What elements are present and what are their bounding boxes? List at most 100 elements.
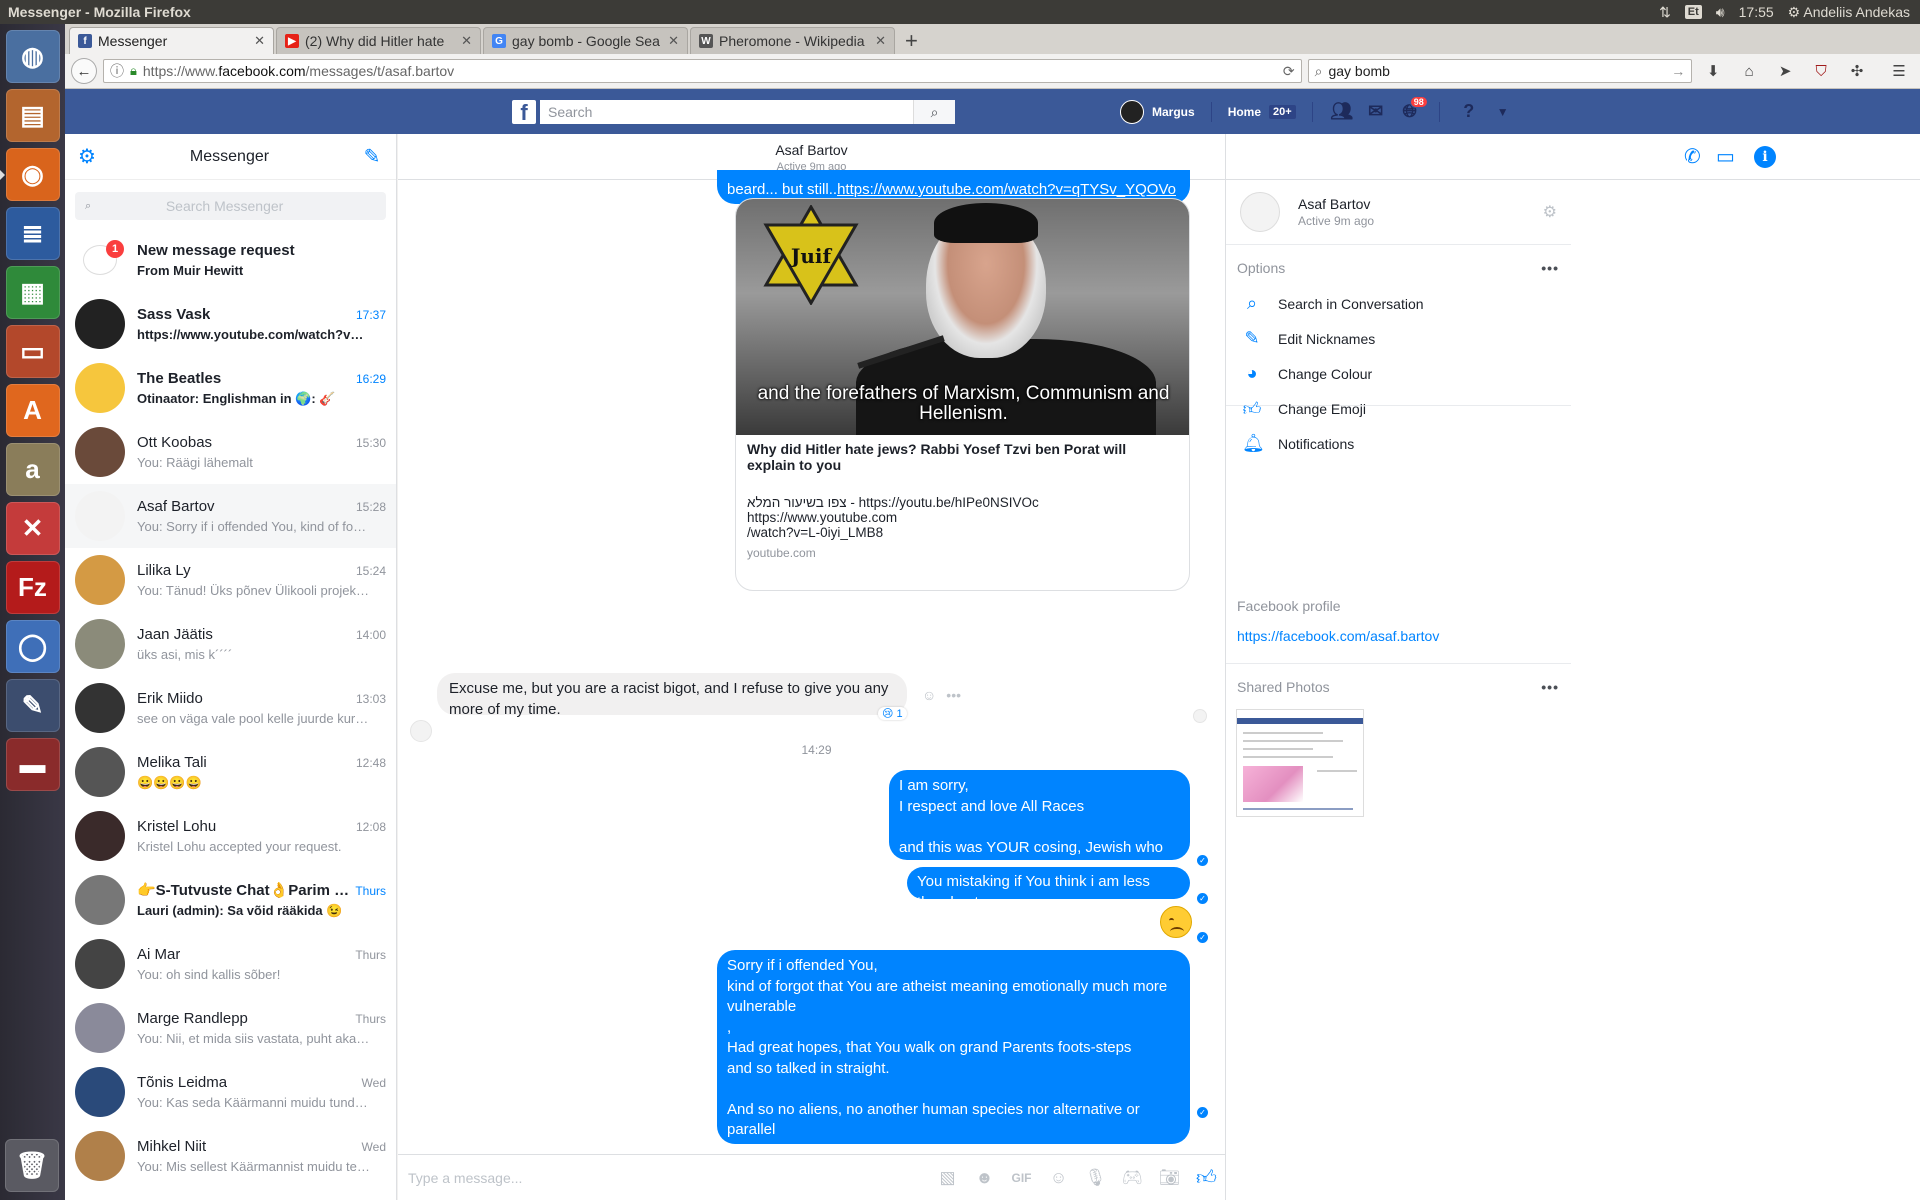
conversation-item[interactable]: 1 New message request From Muir Hewitt — [65, 228, 396, 292]
conversation-name[interactable]: Asaf Bartov — [398, 142, 1225, 158]
sticker-icon[interactable]: ☻ — [966, 1168, 1003, 1188]
close-icon[interactable]: ✕ — [668, 33, 679, 49]
avatar[interactable] — [1240, 192, 1280, 232]
facebook-search-input[interactable]: Search ⌕ — [540, 100, 955, 124]
gear-icon[interactable]: ⚙ — [1543, 202, 1557, 222]
search-bar[interactable]: ⌕ gay bomb → — [1307, 59, 1693, 83]
option-search[interactable]: ⌕ Search in Conversation — [1226, 286, 1571, 321]
system-settings-icon[interactable]: ✕ — [5, 502, 60, 555]
menu-icon[interactable]: ☰ — [1884, 58, 1914, 84]
ubuntu-dash-icon[interactable]: ◍ — [5, 30, 60, 83]
lock-icon[interactable]: 🔒︎ — [130, 63, 137, 79]
user-menu[interactable]: ⚙ Andeliis Andekas — [1788, 4, 1910, 21]
software-center-icon[interactable]: A — [5, 384, 60, 437]
avatar[interactable] — [1120, 99, 1144, 124]
info-icon[interactable]: ⓘ — [110, 61, 124, 81]
impress-icon[interactable]: ▭ — [5, 325, 60, 378]
volume-icon[interactable]: 🔊︎ — [1716, 4, 1725, 21]
help-icon[interactable]: ? — [1456, 99, 1482, 125]
image-upload-icon[interactable]: ▧ — [929, 1168, 966, 1188]
conversation-item[interactable]: Asaf Bartov 15:28 You: Sorry if i offended… — [65, 484, 396, 548]
emoji-reaction-icon[interactable]: ☺ — [922, 687, 936, 703]
settings-gear-icon[interactable]: ⚙ — [75, 144, 99, 169]
info-name[interactable]: Asaf Bartov — [1298, 196, 1374, 212]
back-button[interactable]: ← — [71, 58, 97, 84]
friend-requests-icon[interactable]: 👥︎ — [1329, 99, 1355, 125]
reload-icon[interactable]: ⟳ — [1283, 63, 1295, 80]
microphone-icon[interactable]: 🎙︎ — [1077, 1168, 1114, 1188]
option-palette[interactable]: ◕ Change Colour — [1226, 356, 1571, 391]
thumbs-up-icon[interactable]: 👍︎ — [1188, 1166, 1225, 1190]
trash-icon[interactable]: 🗑︎ — [5, 1139, 59, 1192]
more-options-icon[interactable]: ••• — [1541, 679, 1559, 695]
emoji-icon[interactable]: ☺ — [1040, 1168, 1077, 1188]
conversation-item[interactable]: Jaan Jäätis 14:00 üks asi, mis k´´´´ — [65, 612, 396, 676]
home-link[interactable]: Home — [1228, 105, 1261, 119]
info-icon[interactable]: i — [1754, 146, 1776, 168]
more-options-icon[interactable]: ••• — [946, 687, 961, 703]
search-go-icon[interactable]: → — [1671, 63, 1685, 79]
more-options-icon[interactable]: ••• — [1541, 260, 1559, 276]
message-bubble-incoming[interactable]: Excuse me, but you are a racist bigot, a… — [437, 673, 907, 718]
close-icon[interactable]: ✕ — [254, 33, 265, 49]
message-bubble-outgoing[interactable]: I am sorry, I respect and love All Races a… — [889, 770, 1190, 876]
tab-youtube[interactable]: ▶ (2) Why did Hitler hate ✕ — [276, 27, 481, 54]
clock[interactable]: 17:55 — [1739, 4, 1774, 20]
link-preview-card[interactable]: Juif and the forefathers of Marxism, Com… — [735, 198, 1190, 591]
shared-photo-thumbnail[interactable] — [1236, 709, 1364, 817]
conversation-item[interactable]: Kristel Lohu 12:08 Kristel Lohu accepted y… — [65, 804, 396, 868]
conversation-item[interactable]: 👉S-Tutvuste Chat👌Parim Üleannetu Tä... Th… — [65, 868, 396, 932]
search-icon[interactable]: ⌕ — [913, 100, 955, 124]
option-bell[interactable]: 🔔︎ Notifications — [1226, 426, 1571, 461]
message-input[interactable]: Type a message... — [408, 1170, 929, 1186]
message-bubble-outgoing[interactable]: Sorry if i offended You, kind of forgot t… — [717, 950, 1190, 1200]
sender-avatar[interactable] — [410, 720, 432, 742]
chromium-icon[interactable]: ◯ — [5, 620, 60, 673]
camera-icon[interactable]: 📷︎ — [1151, 1168, 1188, 1188]
close-icon[interactable]: ✕ — [461, 33, 472, 49]
game-controller-icon[interactable]: 🎮︎ — [1114, 1168, 1151, 1188]
conversation-item[interactable]: Ott Koobas 15:30 You: Räägi lähemalt — [65, 420, 396, 484]
send-icon[interactable]: ➤ — [1770, 58, 1800, 84]
filezilla-icon[interactable]: Fz — [5, 561, 60, 614]
option-thumbs-up[interactable]: 👍︎ Change Emoji — [1226, 391, 1571, 426]
amazon-icon[interactable]: a — [5, 443, 60, 496]
red-app-icon[interactable]: ▬ — [5, 738, 60, 791]
facebook-logo-icon[interactable]: f — [512, 100, 536, 124]
url-bar[interactable]: ⓘ 🔒︎ https://www.facebook.com/messages/t… — [102, 59, 1302, 83]
conversation-item[interactable]: Ai Mar Thurs You: oh sind kallis sõber! — [65, 932, 396, 996]
network-icon[interactable]: ⇅ — [1659, 4, 1671, 21]
conversation-item[interactable]: Marge Randlepp Thurs You: Nii, et mida sii… — [65, 996, 396, 1060]
writer-icon[interactable]: ≣ — [5, 207, 60, 260]
conversation-item[interactable]: Erik Miido 13:03 see on väga vale pool kel… — [65, 676, 396, 740]
conversation-item[interactable]: Melika Tali 12:48 😀😀😀😀 — [65, 740, 396, 804]
option-pencil[interactable]: ✎ Edit Nicknames — [1226, 321, 1571, 356]
messenger-icon[interactable]: ✉ — [1363, 99, 1389, 125]
conversation-item[interactable]: Lilika Ly 15:24 You: Tänud! Üks põnev Ülik… — [65, 548, 396, 612]
firefox-icon[interactable]: ◉ — [0, 148, 60, 201]
chevron-down-icon[interactable]: ▼ — [1490, 99, 1516, 125]
message-bubble-outgoing[interactable]: You mistaking if You think i am less the… — [907, 867, 1190, 911]
video-call-icon[interactable]: ▭ — [1716, 144, 1735, 169]
conversation-item[interactable]: Tõnis Leidma Wed You: Kas seda Käärmanni m… — [65, 1060, 396, 1124]
ublock-icon[interactable]: ⛉ — [1806, 58, 1836, 84]
new-tab-button[interactable]: + — [897, 27, 926, 54]
home-icon[interactable]: ⌂ — [1734, 58, 1764, 84]
download-icon[interactable]: ⬇ — [1698, 58, 1728, 84]
notifications-icon[interactable]: 🌐︎ 98 — [1397, 95, 1428, 125]
conversation-item[interactable]: Mihkel Niit Wed You: Mis sellest Käärmanni… — [65, 1124, 396, 1188]
gif-icon[interactable]: GIF — [1003, 1171, 1040, 1185]
message-reaction[interactable]: 😢︎ 1 — [878, 707, 907, 720]
tab-messenger[interactable]: f Messenger ✕ — [69, 27, 274, 54]
messenger-search-input[interactable]: ⌕ Search Messenger — [75, 192, 386, 220]
tab-wikipedia[interactable]: W Pheromone - Wikipedia ✕ — [690, 27, 895, 54]
files-icon[interactable]: ▤ — [5, 89, 60, 142]
video-thumbnail[interactable]: Juif and the forefathers of Marxism, Com… — [736, 199, 1189, 435]
phone-call-icon[interactable]: ✆ — [1684, 144, 1701, 169]
calc-icon[interactable]: ▦ — [5, 266, 60, 319]
profile-link[interactable]: Margus — [1152, 105, 1195, 119]
compose-icon[interactable]: ✎ — [360, 144, 384, 169]
keyboard-layout-indicator[interactable]: Et — [1684, 5, 1702, 19]
conversation-item[interactable]: The Beatles 16:29 Otinaator: Englishman in… — [65, 356, 396, 420]
profile-link[interactable]: https://facebook.com/asaf.bartov — [1226, 616, 1571, 644]
